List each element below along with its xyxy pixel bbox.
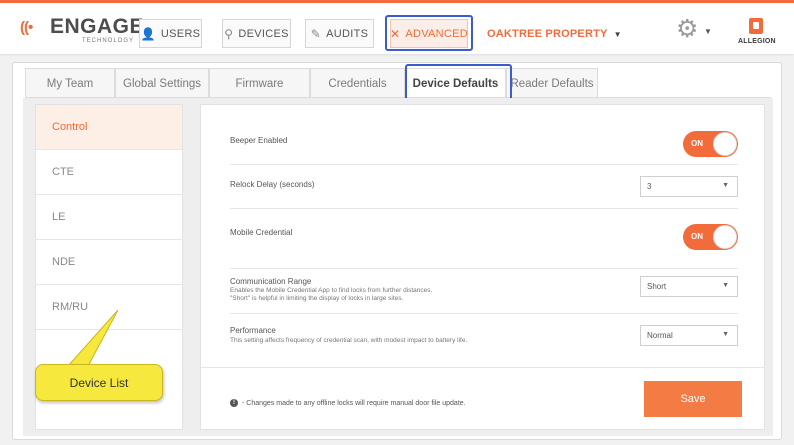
tab-firmware[interactable]: Firmware	[209, 68, 310, 98]
save-button[interactable]: Save	[644, 381, 742, 417]
settings-caret-icon[interactable]: ▼	[704, 27, 712, 36]
info-icon: !	[230, 399, 238, 407]
mobile-credential-row: Mobile Credential ON	[230, 209, 738, 269]
performance-row: Performance This setting affects frequen…	[230, 314, 738, 362]
beeper-toggle-text: ON	[691, 139, 703, 148]
tab-global-settings[interactable]: Global Settings	[115, 68, 209, 98]
beeper-setting-row: Beeper Enabled ON	[230, 115, 738, 165]
device-list-callout: Device List	[35, 364, 163, 401]
device-defaults-highlight-outline	[405, 64, 512, 101]
communication-range-row: Communication Range Enables the Mobile C…	[230, 269, 738, 314]
communication-range-value: Short	[647, 282, 667, 291]
sidebar-item-control[interactable]: Control	[36, 105, 182, 150]
nav-users-button[interactable]: 👤 USERS	[139, 19, 202, 48]
offline-locks-note-text: - Changes made to any offline locks will…	[242, 399, 466, 407]
device-settings-panel: Beeper Enabled ON Relock Delay (seconds)…	[200, 104, 765, 430]
relock-delay-value: 3	[647, 182, 652, 191]
chevron-down-icon: ▼	[613, 30, 622, 39]
communication-range-label: Communication Range	[230, 277, 312, 286]
chevron-down-icon: ▼	[722, 282, 729, 289]
gear-icon[interactable]: ⚙	[676, 17, 700, 42]
logo-subtext: TECHNOLOGY	[82, 38, 135, 44]
audits-icon: ✎	[310, 26, 322, 41]
property-name: OAKTREE PROPERTY	[487, 28, 608, 40]
allegion-logo-icon	[749, 18, 763, 34]
tab-credentials[interactable]: Credentials	[310, 68, 405, 98]
communication-range-hint: "Short" is helpful in limiting the displ…	[230, 295, 404, 302]
property-selector[interactable]: OAKTREE PROPERTY ▼	[487, 28, 622, 40]
user-icon: 👤	[140, 26, 156, 41]
nav-devices-button[interactable]: ⚲ DEVICES	[222, 19, 291, 48]
settings-tabs: My Team Global Settings Firmware Credent…	[25, 68, 598, 98]
top-navigation-bar: ((• ENGAGE TECHNOLOGY 👤 USERS ⚲ DEVICES …	[0, 0, 794, 54]
communication-range-description: Enables the Mobile Credential App to fin…	[230, 287, 433, 294]
nav-devices-label: DEVICES	[238, 27, 289, 40]
advanced-highlight-outline	[385, 15, 473, 51]
beeper-label: Beeper Enabled	[230, 136, 288, 145]
sidebar-item-le[interactable]: LE	[36, 195, 182, 240]
chevron-down-icon: ▼	[722, 331, 729, 338]
mobile-credential-toggle[interactable]: ON	[683, 224, 738, 250]
mobile-toggle-text: ON	[691, 232, 703, 241]
sidebar-item-nde[interactable]: NDE	[36, 240, 182, 285]
allegion-logo-text: ALLEGION	[738, 38, 776, 45]
nav-audits-label: AUDITS	[326, 27, 369, 40]
toggle-knob	[713, 132, 737, 156]
offline-locks-note: ! - Changes made to any offline locks wi…	[230, 399, 466, 407]
callout-pointer	[66, 310, 119, 367]
performance-label: Performance	[230, 326, 276, 335]
sidebar-item-cte[interactable]: CTE	[36, 150, 182, 195]
relock-delay-select[interactable]: 3 ▼	[640, 176, 738, 197]
beeper-toggle[interactable]: ON	[683, 131, 738, 157]
relock-delay-label: Relock Delay (seconds)	[230, 180, 315, 189]
wireless-signal-icon: ((•	[20, 19, 33, 36]
communication-range-select[interactable]: Short ▼	[640, 276, 738, 297]
toggle-knob	[713, 225, 737, 249]
logo-text: ENGAGE	[50, 15, 145, 38]
performance-description: This setting affects frequency of creden…	[230, 337, 468, 344]
performance-value: Normal	[647, 331, 673, 340]
device-icon: ⚲	[224, 26, 234, 41]
tab-my-team[interactable]: My Team	[25, 68, 115, 98]
nav-users-label: USERS	[160, 27, 201, 40]
performance-select[interactable]: Normal ▼	[640, 325, 738, 346]
relock-delay-row: Relock Delay (seconds) 3 ▼	[230, 165, 738, 209]
footer-divider	[201, 367, 764, 368]
tab-reader-defaults[interactable]: Reader Defaults	[506, 68, 598, 98]
chevron-down-icon: ▼	[722, 182, 729, 189]
mobile-credential-label: Mobile Credential	[230, 228, 293, 237]
nav-audits-button[interactable]: ✎ AUDITS	[305, 19, 374, 48]
